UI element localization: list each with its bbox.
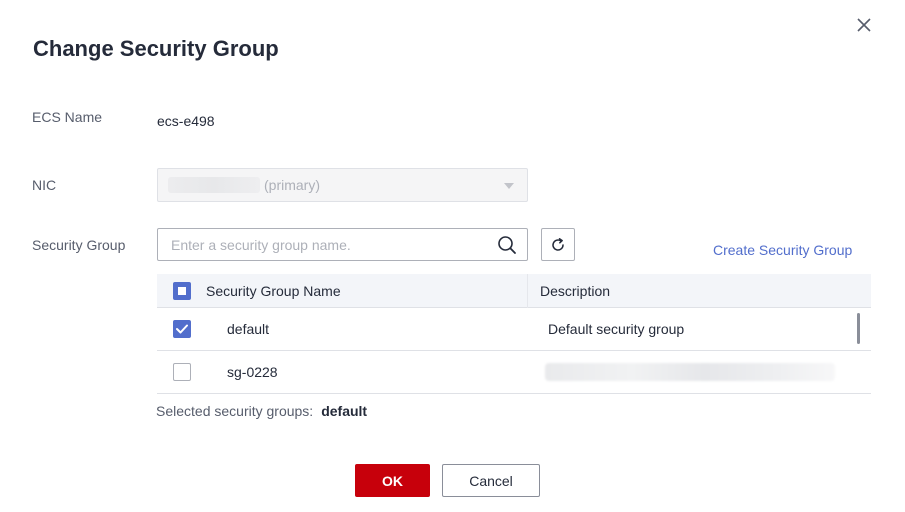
selected-security-groups: Selected security groups: default [156, 403, 367, 419]
row-checkbox-default[interactable] [173, 320, 191, 338]
cancel-button[interactable]: Cancel [442, 464, 540, 497]
refresh-button[interactable] [541, 228, 575, 261]
indeterminate-icon [178, 287, 186, 295]
select-all-checkbox[interactable] [173, 282, 191, 300]
column-header-description[interactable]: Description [540, 283, 610, 299]
ecs-name-label: ECS Name [32, 109, 103, 125]
chevron-down-icon [504, 183, 514, 189]
row-description: Default security group [548, 321, 685, 337]
row-description-redacted [545, 363, 835, 381]
checkmark-icon [176, 324, 188, 334]
row-name: default [227, 321, 270, 337]
change-security-group-dialog: Change Security Group ECS Name ecs-e498 … [0, 0, 905, 512]
nic-primary-suffix: (primary) [264, 177, 320, 193]
table-scrollbar[interactable] [857, 313, 860, 344]
column-header-name[interactable]: Security Group Name [206, 283, 341, 299]
search-box [157, 228, 528, 261]
refresh-icon [552, 237, 564, 251]
create-security-group-link[interactable]: Create Security Group [713, 242, 852, 258]
nic-label: NIC [32, 177, 57, 193]
table-row[interactable]: sg-0228 [157, 351, 871, 394]
ok-button[interactable]: OK [355, 464, 430, 497]
dialog-title: Change Security Group [33, 36, 279, 61]
search-input[interactable] [171, 236, 481, 253]
security-group-table: Security Group Name Description default … [157, 274, 871, 394]
selected-value: default [321, 403, 368, 419]
table-row[interactable]: default Default security group [157, 308, 871, 351]
search-icon[interactable] [497, 235, 517, 255]
selected-label: Selected security groups: [156, 403, 314, 419]
row-checkbox-sg-0228[interactable] [173, 363, 191, 381]
row-name: sg-0228 [227, 364, 278, 380]
close-icon [857, 18, 871, 32]
nic-redacted-value [168, 177, 260, 193]
nic-select[interactable]: (primary) [157, 168, 528, 202]
security-group-label: Security Group [32, 237, 126, 253]
table-header: Security Group Name Description [157, 274, 871, 308]
close-button[interactable] [851, 12, 877, 38]
column-divider [527, 274, 528, 308]
ecs-name-value: ecs-e498 [157, 113, 215, 129]
